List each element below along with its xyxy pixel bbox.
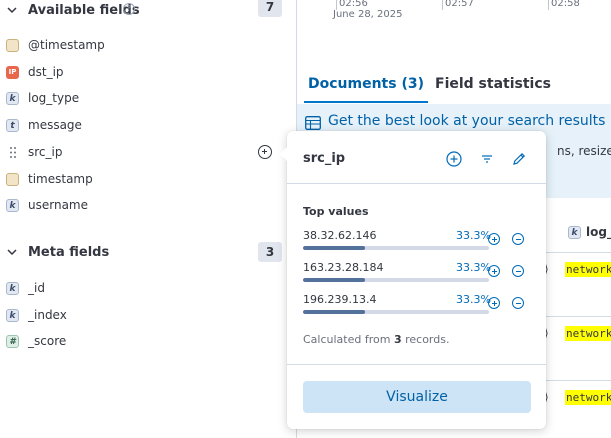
field-list-sidebar: Available fields ? 7 @timestamp IP dst_i… <box>0 0 297 438</box>
popover-divider <box>287 364 546 365</box>
add-field-button[interactable] <box>258 145 272 159</box>
field-name: username <box>28 198 88 212</box>
top-value-bar <box>303 310 489 314</box>
field-item-score[interactable]: # _score <box>0 329 296 355</box>
highlighted-cell: network <box>565 390 611 405</box>
field-item-log-type[interactable]: k log_type <box>0 86 296 112</box>
highlighted-cell: network <box>565 262 611 277</box>
question-in-circle-icon[interactable]: ? <box>123 3 135 15</box>
axis-tick-label: 02:57 <box>445 0 474 9</box>
top-value-bar-fill <box>303 246 365 250</box>
top-value-label: 38.32.62.146 <box>303 229 377 242</box>
filter-out-value-icon[interactable] <box>512 297 524 309</box>
pencil-icon[interactable] <box>511 151 527 167</box>
top-value-label: 163.23.28.184 <box>303 261 384 274</box>
available-fields-header[interactable]: Available fields ? 7 <box>0 0 296 23</box>
chevron-down-icon[interactable] <box>6 246 18 258</box>
top-value-bar-fill <box>303 278 365 282</box>
column-header-label: log_ <box>586 225 611 239</box>
meta-fields-header[interactable]: Meta fields 3 <box>0 239 296 265</box>
top-value-row: 196.239.13.4 33.3% <box>303 293 541 321</box>
keyword-type-icon: k <box>6 199 19 212</box>
add-column-icon[interactable] <box>446 151 462 167</box>
keyword-type-icon: k <box>6 92 19 105</box>
meta-fields-count: 3 <box>258 242 282 262</box>
axis-date-label: June 28, 2025 <box>333 9 403 20</box>
field-item-timestamp-at[interactable]: @timestamp <box>0 33 296 59</box>
drag-handle-icon[interactable] <box>9 146 17 159</box>
field-name: _id <box>28 281 45 295</box>
field-name: dst_ip <box>28 65 64 79</box>
text-type-icon: t <box>6 119 19 132</box>
visualize-button[interactable]: Visualize <box>303 381 531 413</box>
field-name: _index <box>28 308 67 322</box>
popover-divider <box>287 183 546 184</box>
tab-documents[interactable]: Documents (3) <box>304 76 428 103</box>
field-item-dst-ip[interactable]: IP dst_ip <box>0 60 296 86</box>
top-value-label: 196.239.13.4 <box>303 293 377 306</box>
top-value-percent: 33.3% <box>456 293 491 306</box>
table-icon <box>305 116 321 130</box>
field-item-message[interactable]: t message <box>0 113 296 139</box>
top-value-percent: 33.3% <box>456 229 491 242</box>
top-value-percent: 33.3% <box>456 261 491 274</box>
keyword-type-icon: k <box>6 282 19 295</box>
field-name: _score <box>28 334 67 348</box>
field-item-id[interactable]: k _id <box>0 276 296 302</box>
field-item-username[interactable]: k username <box>0 193 296 219</box>
field-item-src-ip[interactable]: src_ip <box>0 140 296 166</box>
filter-for-value-icon[interactable] <box>488 265 500 277</box>
field-name: src_ip <box>28 145 63 159</box>
popover-field-name: src_ip <box>303 151 346 166</box>
field-name: message <box>28 118 82 132</box>
top-value-bar <box>303 246 489 250</box>
calc-prefix: Calculated from <box>303 333 391 346</box>
date-type-icon <box>6 39 19 52</box>
top-value-bar <box>303 278 489 282</box>
highlighted-cell: network <box>565 326 611 341</box>
field-name: log_type <box>28 91 80 105</box>
top-values-title: Top values <box>303 205 369 218</box>
date-type-icon <box>6 173 19 186</box>
filter-out-value-icon[interactable] <box>512 265 524 277</box>
filter-for-value-icon[interactable] <box>488 233 500 245</box>
meta-fields-title: Meta fields <box>28 244 110 260</box>
field-name: timestamp <box>28 172 93 186</box>
top-value-bar-fill <box>303 310 365 314</box>
calc-count: 3 <box>393 333 402 346</box>
tab-field-statistics[interactable]: Field statistics <box>435 76 551 92</box>
top-value-row: 38.32.62.146 33.3% <box>303 229 541 257</box>
chevron-down-icon[interactable] <box>6 4 18 16</box>
axis-tick-label: 02:56 <box>339 0 368 9</box>
keyword-type-icon: k <box>6 309 19 322</box>
filter-for-value-icon[interactable] <box>488 297 500 309</box>
top-value-row: 163.23.28.184 33.3% <box>303 261 541 289</box>
column-header-log-type[interactable]: k log_ <box>562 220 611 246</box>
field-name: @timestamp <box>28 38 105 52</box>
filter-icon[interactable] <box>479 151 495 167</box>
callout-text: ns, resize ro <box>557 144 611 158</box>
keyword-type-icon: k <box>568 226 581 239</box>
available-fields-count: 7 <box>258 0 282 17</box>
number-type-icon: # <box>6 335 19 348</box>
ip-type-icon: IP <box>6 66 19 79</box>
discover-tabs: Documents (3) Field statistics <box>297 64 611 105</box>
field-item-index[interactable]: k _index <box>0 303 296 329</box>
axis-tick-label: 02:58 <box>551 0 580 9</box>
histogram-axis: 02:56 02:57 02:58 June 28, 2025 <box>297 0 611 40</box>
field-item-timestamp[interactable]: timestamp <box>0 167 296 193</box>
axis-tick <box>548 0 549 10</box>
field-details-popover: src_ip Top values 38.32.62.146 33.3% 163… <box>280 131 546 429</box>
calculated-from-note: Calculated from 3 records. <box>303 333 449 346</box>
callout-title: Get the best look at your search results <box>328 113 606 129</box>
calc-suffix: records. <box>405 333 450 346</box>
filter-out-value-icon[interactable] <box>512 233 524 245</box>
axis-tick <box>442 0 443 10</box>
